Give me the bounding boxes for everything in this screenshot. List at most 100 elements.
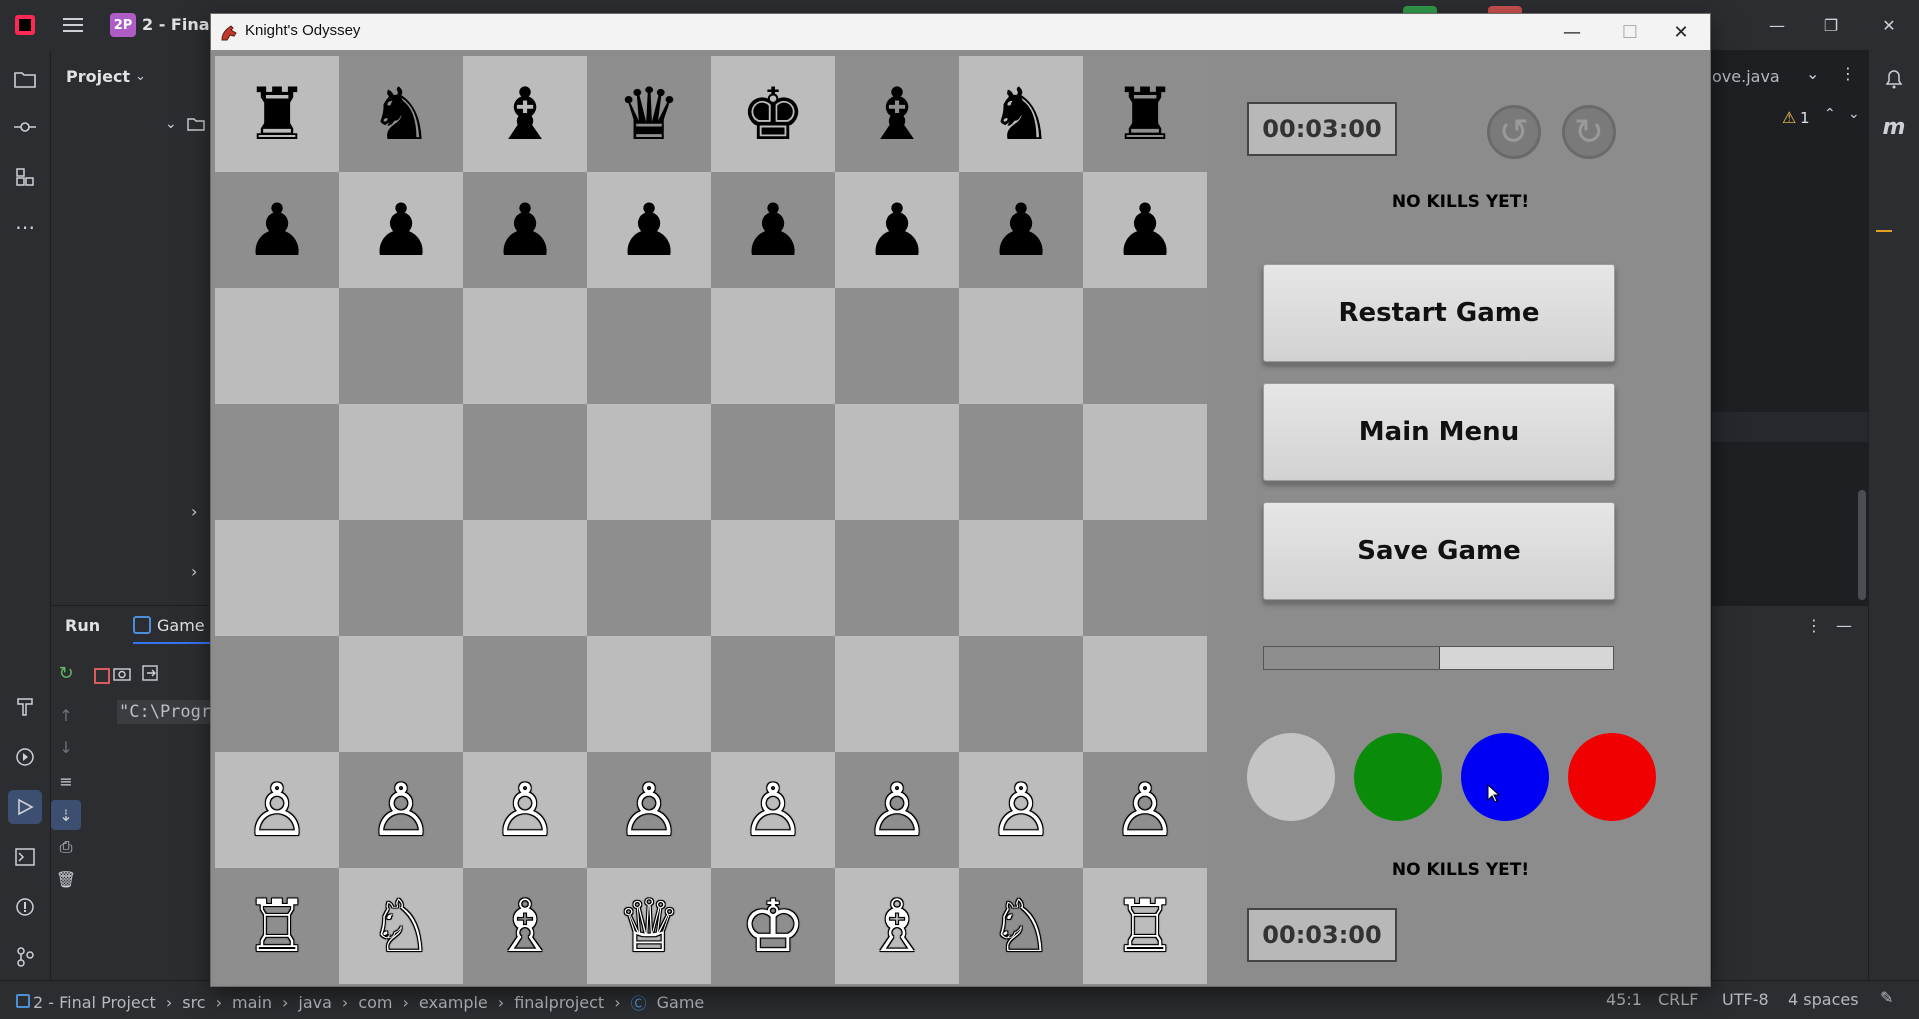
board-square[interactable] (835, 288, 959, 404)
run-tab[interactable]: Run (65, 616, 100, 635)
chess-piece[interactable]: ♚ (741, 78, 806, 150)
color-swatch-blue[interactable] (1461, 733, 1549, 821)
board-square[interactable] (587, 288, 711, 404)
board-square[interactable]: ♟ (959, 172, 1083, 288)
board-square[interactable] (711, 520, 835, 636)
board-square[interactable]: ♖ (1083, 868, 1207, 984)
board-square[interactable] (835, 520, 959, 636)
redo-icon[interactable]: ↻ (1562, 105, 1616, 159)
line-ending[interactable]: CRLF (1658, 990, 1698, 1009)
chess-piece[interactable]: ♙ (1113, 774, 1178, 846)
chess-piece[interactable]: ♝ (493, 78, 558, 150)
build-icon[interactable] (10, 692, 40, 722)
chess-piece[interactable]: ♖ (245, 890, 310, 962)
save-game-button[interactable]: Save Game (1263, 502, 1615, 600)
editor-tab[interactable]: ove.java (1712, 67, 1780, 86)
board-square[interactable] (1083, 520, 1207, 636)
color-swatch-red[interactable] (1568, 733, 1656, 821)
board-square[interactable] (959, 404, 1083, 520)
indent-setting[interactable]: 4 spaces (1788, 990, 1859, 1009)
chess-piece[interactable]: ♟ (493, 194, 558, 266)
board-square[interactable]: ♙ (463, 752, 587, 868)
board-square[interactable]: ♚ (711, 56, 835, 172)
maximize-icon[interactable]: ☐ (1601, 14, 1659, 50)
board-square[interactable] (339, 636, 463, 752)
board-square[interactable] (711, 288, 835, 404)
down-arrow-icon[interactable]: ↓ (51, 732, 81, 762)
game-titlebar[interactable]: Knight's Odyssey — ☐ ✕ (211, 14, 1710, 50)
chess-piece[interactable]: ♞ (369, 78, 434, 150)
main-menu-button[interactable]: Main Menu (1263, 383, 1615, 481)
exit-icon[interactable] (135, 658, 165, 688)
chess-piece[interactable]: ♟ (865, 194, 930, 266)
board-square[interactable]: ♞ (339, 56, 463, 172)
project-badge[interactable]: 2P (110, 13, 136, 37)
board-square[interactable] (835, 404, 959, 520)
board-square[interactable] (959, 520, 1083, 636)
board-square[interactable]: ♞ (959, 56, 1083, 172)
restore-ide-icon[interactable]: ❐ (1816, 10, 1846, 40)
file-encoding[interactable]: UTF-8 (1722, 990, 1769, 1009)
minimize-icon[interactable]: — (1543, 14, 1601, 50)
board-square[interactable]: ♜ (215, 56, 339, 172)
board-square[interactable] (959, 636, 1083, 752)
project-name[interactable]: 2 - Final (142, 15, 215, 34)
run-options-icon[interactable]: ⋮ (1806, 616, 1822, 635)
board-square[interactable] (215, 636, 339, 752)
chess-piece[interactable]: ♔ (741, 890, 806, 962)
board-square[interactable]: ♟ (835, 172, 959, 288)
terminal-icon[interactable] (10, 842, 40, 872)
camera-icon[interactable] (107, 658, 137, 688)
board-square[interactable]: ♙ (215, 752, 339, 868)
read-only-lock-icon[interactable]: ✎ (1880, 988, 1893, 1007)
main-menu-icon[interactable] (58, 10, 88, 40)
board-square[interactable] (1083, 404, 1207, 520)
board-square[interactable] (835, 636, 959, 752)
board-square[interactable] (463, 288, 587, 404)
board-square[interactable] (711, 404, 835, 520)
board-square[interactable]: ♝ (835, 56, 959, 172)
chess-piece[interactable]: ♙ (369, 774, 434, 846)
structure-icon[interactable] (10, 162, 40, 192)
board-square[interactable]: ♛ (587, 56, 711, 172)
editor-scrollbar[interactable] (1858, 490, 1866, 600)
board-square[interactable] (339, 404, 463, 520)
chess-piece[interactable]: ♙ (245, 774, 310, 846)
cursor-position[interactable]: 45:1 (1606, 990, 1642, 1009)
undo-icon[interactable]: ↺ (1487, 105, 1541, 159)
chess-piece[interactable]: ♜ (245, 78, 310, 150)
chess-piece[interactable]: ♕ (617, 890, 682, 962)
chess-piece[interactable]: ♙ (493, 774, 558, 846)
commit-icon[interactable] (10, 112, 40, 142)
hide-panel-icon[interactable]: — (1836, 616, 1852, 635)
chevron-right-icon[interactable]: › (191, 502, 197, 521)
board-square[interactable]: ♟ (711, 172, 835, 288)
chess-piece[interactable]: ♟ (989, 194, 1054, 266)
more-tools-icon[interactable]: ⋯ (10, 212, 40, 242)
breadcrumb-item[interactable]: Game (657, 993, 705, 1012)
breadcrumb-item[interactable]: src (182, 993, 205, 1012)
board-square[interactable] (339, 520, 463, 636)
board-square[interactable]: ♟ (463, 172, 587, 288)
previous-highlight-icon[interactable]: ⌃ (1824, 106, 1836, 122)
chess-piece[interactable]: ♝ (865, 78, 930, 150)
board-square[interactable]: ♙ (711, 752, 835, 868)
minimize-ide-icon[interactable]: — (1762, 10, 1792, 40)
board-square[interactable]: ♙ (339, 752, 463, 868)
print-icon[interactable]: ⎙ (51, 832, 81, 862)
restart-game-button[interactable]: Restart Game (1263, 264, 1615, 362)
breadcrumb-item[interactable]: java (298, 993, 332, 1012)
rerun-icon[interactable]: ↻ (51, 658, 81, 688)
project-dropdown-icon[interactable]: ⌄ (135, 69, 146, 84)
problems-icon[interactable] (10, 892, 40, 922)
close-ide-icon[interactable]: ✕ (1874, 10, 1904, 40)
breadcrumb-item[interactable]: main (232, 993, 272, 1012)
folder-icon[interactable] (10, 64, 40, 94)
board-square[interactable] (587, 520, 711, 636)
project-panel-title[interactable]: Project (66, 67, 130, 86)
board-square[interactable] (959, 288, 1083, 404)
chess-piece[interactable]: ♙ (989, 774, 1054, 846)
board-square[interactable]: ♘ (339, 868, 463, 984)
chevron-right-icon[interactable]: › (191, 562, 197, 581)
board-square[interactable] (463, 404, 587, 520)
